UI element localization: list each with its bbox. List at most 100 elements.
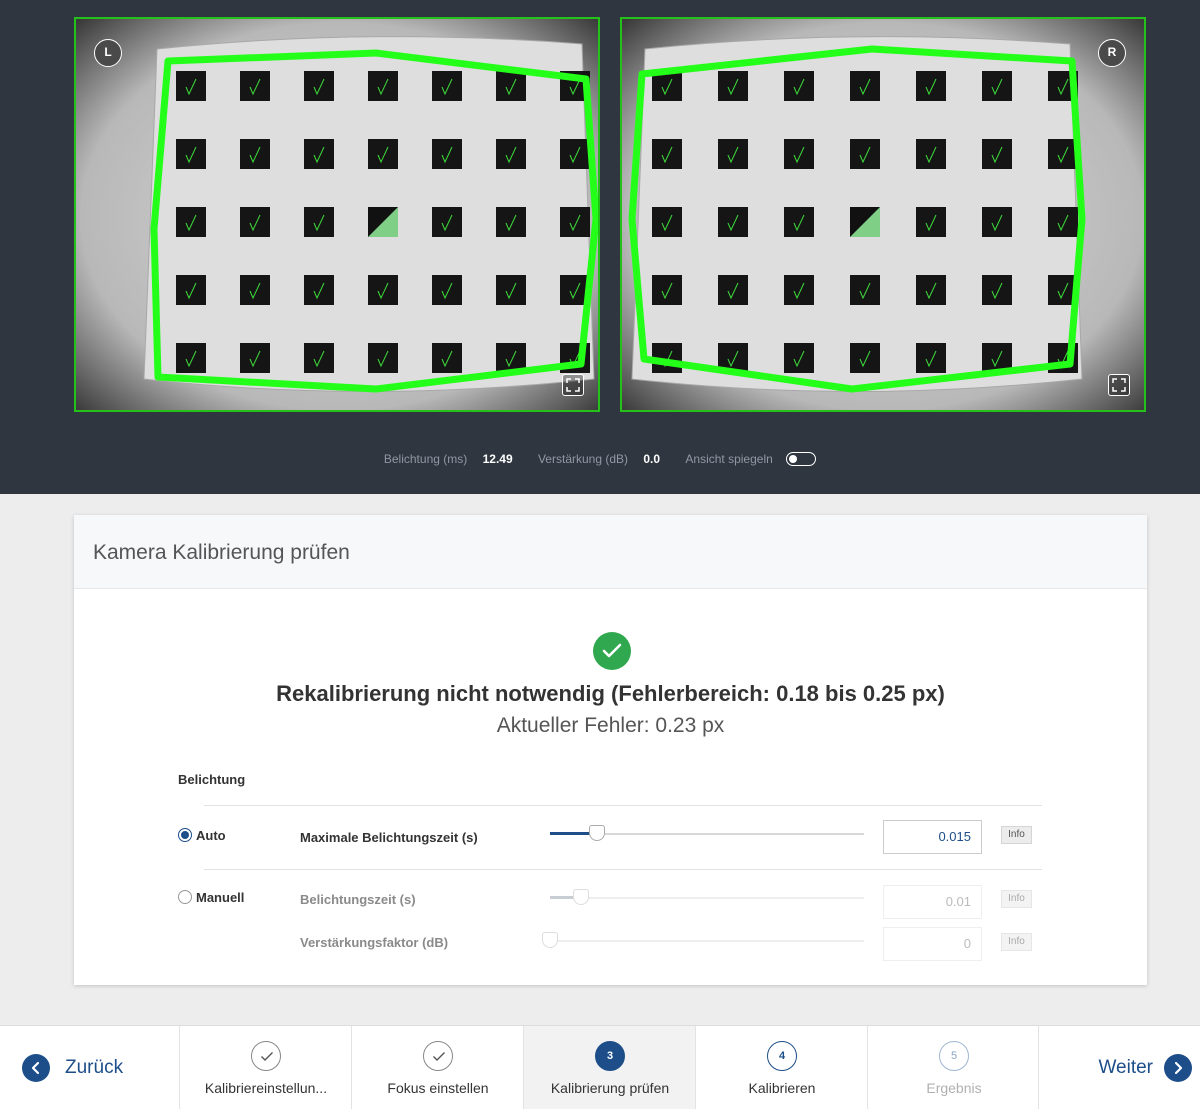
calibration-marker bbox=[368, 139, 398, 169]
calibration-marker bbox=[1048, 139, 1078, 169]
step-label: Kalibriereinstellun... bbox=[204, 1080, 328, 1096]
calibration-marker bbox=[982, 71, 1012, 101]
calibration-marker bbox=[368, 343, 398, 373]
success-check-icon bbox=[593, 632, 631, 670]
chevron-left-icon bbox=[22, 1054, 50, 1082]
exposure-section-label: Belichtung bbox=[178, 772, 246, 787]
calibration-marker bbox=[982, 207, 1012, 237]
calibration-marker bbox=[916, 275, 946, 305]
step-number: 4 bbox=[767, 1041, 797, 1071]
step-label: Fokus einstellen bbox=[387, 1080, 489, 1096]
calibration-marker bbox=[718, 139, 748, 169]
radio-manual[interactable]: Manuell bbox=[178, 890, 244, 905]
step-number: 5 bbox=[939, 1041, 969, 1071]
slider-thumb[interactable] bbox=[542, 932, 558, 948]
step-result: 5 Ergebnis bbox=[867, 1026, 1039, 1109]
right-camera-badge: R bbox=[1098, 39, 1126, 67]
calibration-marker bbox=[718, 71, 748, 101]
left-calibration-pattern bbox=[76, 19, 598, 410]
next-label: Weiter bbox=[1098, 1057, 1153, 1078]
calibration-marker bbox=[176, 275, 206, 305]
calibration-marker bbox=[368, 207, 398, 237]
chevron-right-icon bbox=[1164, 1054, 1192, 1082]
step-done-check-icon bbox=[251, 1041, 281, 1071]
expand-icon[interactable] bbox=[1108, 374, 1130, 396]
gain-factor-slider[interactable] bbox=[542, 932, 864, 948]
calibration-marker bbox=[560, 139, 590, 169]
calibration-marker bbox=[240, 207, 270, 237]
calibration-marker bbox=[784, 343, 814, 373]
exposure-time-label: Belichtungszeit (s) bbox=[300, 892, 416, 907]
step-label: Kalibrieren bbox=[748, 1080, 816, 1096]
calibration-marker bbox=[304, 343, 334, 373]
gain-value: 0.0 bbox=[643, 451, 661, 466]
divider bbox=[204, 805, 1042, 806]
step-done-check-icon bbox=[423, 1041, 453, 1071]
calibration-marker bbox=[850, 139, 880, 169]
calibration-check-card: Kamera Kalibrierung prüfen Rekalibrierun… bbox=[74, 515, 1147, 985]
camera-info-bar: Belichtung (ms) 12.49 Verstärkung (dB) 0… bbox=[0, 451, 1200, 466]
calibration-marker bbox=[652, 207, 682, 237]
calibration-marker bbox=[496, 71, 526, 101]
calibration-marker bbox=[560, 207, 590, 237]
card-title: Kamera Kalibrierung prüfen bbox=[74, 515, 1147, 589]
calibration-marker bbox=[718, 207, 748, 237]
radio-manual-indicator[interactable] bbox=[178, 890, 192, 904]
back-button[interactable]: Zurück bbox=[22, 1026, 123, 1109]
exposure-label: Belichtung (ms) bbox=[383, 451, 468, 466]
left-camera-badge: L bbox=[94, 39, 122, 67]
calibration-marker bbox=[240, 343, 270, 373]
calibration-marker bbox=[916, 71, 946, 101]
step-label: Ergebnis bbox=[926, 1080, 982, 1096]
calibration-marker bbox=[304, 275, 334, 305]
exposure-time-slider[interactable] bbox=[550, 889, 864, 905]
exposure-time-input[interactable]: 0.01 bbox=[883, 885, 982, 919]
max-exposure-slider[interactable] bbox=[550, 825, 864, 841]
calibration-marker bbox=[916, 139, 946, 169]
mirror-toggle[interactable] bbox=[786, 451, 817, 466]
step-set-focus[interactable]: Fokus einstellen bbox=[351, 1026, 523, 1109]
slider-thumb[interactable] bbox=[573, 889, 590, 905]
back-label: Zurück bbox=[65, 1057, 124, 1078]
calibration-marker bbox=[432, 139, 462, 169]
divider bbox=[204, 869, 1042, 870]
calibration-marker bbox=[850, 343, 880, 373]
radio-auto-label: Auto bbox=[196, 828, 226, 843]
slider-thumb[interactable] bbox=[589, 825, 606, 841]
step-calibration-settings[interactable]: Kalibriereinstellun... bbox=[179, 1026, 351, 1109]
exposure-value: 12.49 bbox=[482, 451, 513, 466]
step-calibrate[interactable]: 4 Kalibrieren bbox=[695, 1026, 867, 1109]
calibration-marker bbox=[240, 275, 270, 305]
calibration-marker bbox=[652, 139, 682, 169]
gain-factor-label: Verstärkungsfaktor (dB) bbox=[300, 935, 449, 950]
radio-auto-indicator[interactable] bbox=[178, 828, 192, 842]
toggle-knob bbox=[789, 454, 798, 463]
camera-view-area: L R Belichtung (ms) 12.49 Verstärkung (d… bbox=[0, 0, 1200, 494]
exposure-time-info-button[interactable]: Info bbox=[1001, 890, 1032, 908]
calibration-marker bbox=[1048, 207, 1078, 237]
calibration-marker bbox=[368, 275, 398, 305]
calibration-marker bbox=[982, 139, 1012, 169]
wizard-navigation: Zurück Kalibriereinstellun... Fokus eins… bbox=[0, 1025, 1200, 1109]
left-camera-image[interactable]: L bbox=[74, 17, 600, 412]
calibration-marker bbox=[240, 71, 270, 101]
calibration-marker bbox=[176, 71, 206, 101]
radio-manual-label: Manuell bbox=[196, 890, 245, 905]
calibration-marker bbox=[432, 343, 462, 373]
expand-icon[interactable] bbox=[562, 374, 584, 396]
next-button[interactable]: Weiter bbox=[1098, 1026, 1192, 1109]
max-exposure-info-button[interactable]: Info bbox=[1001, 826, 1032, 844]
mirror-label: Ansicht spiegeln bbox=[685, 451, 773, 466]
calibration-marker bbox=[784, 207, 814, 237]
calibration-marker bbox=[718, 275, 748, 305]
right-camera-image[interactable]: R bbox=[620, 17, 1146, 412]
gain-factor-input[interactable]: 0 bbox=[883, 927, 982, 961]
calibration-marker bbox=[496, 275, 526, 305]
max-exposure-input[interactable]: 0.015 bbox=[883, 820, 982, 854]
step-check-calibration[interactable]: 3 Kalibrierung prüfen bbox=[523, 1026, 695, 1109]
calibration-marker bbox=[176, 139, 206, 169]
calibration-marker bbox=[432, 71, 462, 101]
gain-factor-info-button[interactable]: Info bbox=[1001, 933, 1032, 951]
radio-auto[interactable]: Auto bbox=[178, 828, 226, 843]
calibration-marker bbox=[304, 207, 334, 237]
